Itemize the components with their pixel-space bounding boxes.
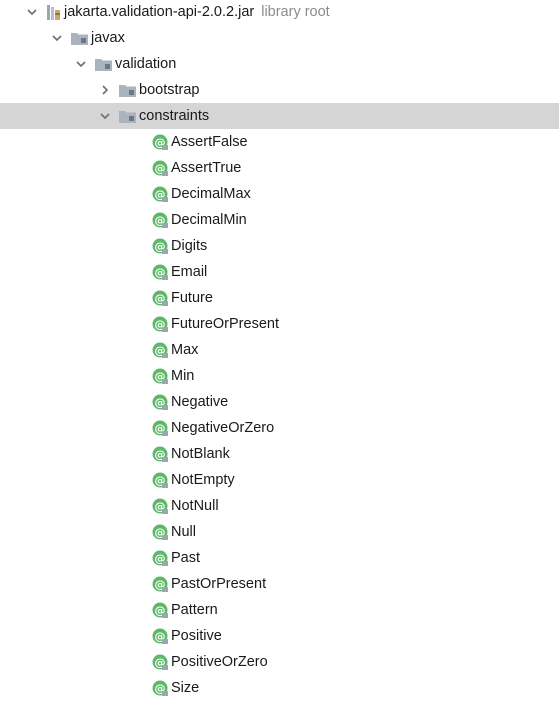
- tree-row-validation[interactable]: validation: [0, 51, 559, 77]
- annotation-type-icon: @: [152, 368, 168, 384]
- package-folder-icon: [119, 109, 136, 123]
- tree-row-annotation[interactable]: @ AssertFalse: [0, 129, 559, 155]
- tree-row-bootstrap[interactable]: bootstrap: [0, 77, 559, 103]
- annotation-type-icon: @: [152, 134, 168, 150]
- tree-item-label: Future: [171, 290, 213, 306]
- project-tree: jakarta.validation-api-2.0.2.jar library…: [0, 0, 559, 709]
- annotation-type-icon: @: [152, 498, 168, 514]
- tree-row-constraints[interactable]: constraints: [0, 103, 559, 129]
- tree-item-label: DecimalMin: [171, 212, 247, 228]
- annotation-type-icon: @: [152, 212, 168, 228]
- annotation-type-icon: @: [152, 186, 168, 202]
- tree-item-label: DecimalMax: [171, 186, 251, 202]
- annotation-type-icon: @: [152, 342, 168, 358]
- tree-item-label: Null: [171, 524, 196, 540]
- annotation-type-icon: @: [152, 394, 168, 410]
- tree-item-label: Size: [171, 680, 200, 696]
- tree-item-label: javax: [91, 30, 125, 46]
- tree-row-annotation[interactable]: @ NotEmpty: [0, 467, 559, 493]
- annotation-type-icon: @: [152, 602, 168, 618]
- tree-item-label: constraints: [139, 108, 210, 124]
- tree-row-annotation[interactable]: @ AssertTrue: [0, 155, 559, 181]
- tree-item-label: PastOrPresent: [171, 576, 267, 592]
- annotation-type-icon: @: [152, 446, 168, 462]
- tree-item-label: FutureOrPresent: [171, 316, 279, 332]
- tree-row-annotation[interactable]: @ Future: [0, 285, 559, 311]
- tree-row-annotation[interactable]: @ Max: [0, 337, 559, 363]
- tree-row-annotation[interactable]: @ Digits: [0, 233, 559, 259]
- chevron-down-icon[interactable]: [75, 58, 87, 70]
- tree-row-annotation[interactable]: @ PastOrPresent: [0, 571, 559, 597]
- annotation-type-icon: @: [152, 576, 168, 592]
- tree-item-label: NotNull: [171, 498, 219, 514]
- chevron-down-icon[interactable]: [99, 110, 111, 122]
- tree-row-annotation[interactable]: @ NegativeOrZero: [0, 415, 559, 441]
- package-folder-icon: [71, 31, 88, 45]
- annotation-type-icon: @: [152, 264, 168, 280]
- tree-row-javax[interactable]: javax: [0, 25, 559, 51]
- tree-item-label: Digits: [171, 238, 208, 254]
- chevron-down-icon[interactable]: [51, 32, 63, 44]
- tree-row-annotation[interactable]: @ PositiveOrZero: [0, 649, 559, 675]
- annotation-type-icon: @: [152, 160, 168, 176]
- tree-item-label: Past: [171, 550, 201, 566]
- tree-row-annotation[interactable]: @ Null: [0, 519, 559, 545]
- tree-row-annotation[interactable]: @ Min: [0, 363, 559, 389]
- annotation-type-icon: @: [152, 472, 168, 488]
- annotation-type-icon: @: [152, 524, 168, 540]
- tree-row-annotation[interactable]: @ Size: [0, 675, 559, 701]
- tree-item-label: AssertTrue: [171, 160, 242, 176]
- package-folder-icon: [95, 57, 112, 71]
- tree-row-annotation[interactable]: @ NotBlank: [0, 441, 559, 467]
- tree-row-annotation[interactable]: @ FutureOrPresent: [0, 311, 559, 337]
- library-root-hint: library root: [261, 4, 330, 20]
- tree-item-label: NegativeOrZero: [171, 420, 275, 436]
- tree-row-annotation[interactable]: @ Negative: [0, 389, 559, 415]
- tree-row-annotation[interactable]: @ Past: [0, 545, 559, 571]
- tree-row-annotation[interactable]: @ DecimalMin: [0, 207, 559, 233]
- annotation-type-icon: @: [152, 420, 168, 436]
- annotation-type-icon: @: [152, 290, 168, 306]
- tree-item-label: AssertFalse: [171, 134, 248, 150]
- chevron-right-icon[interactable]: [99, 84, 111, 96]
- tree-item-label: NotEmpty: [171, 472, 235, 488]
- tree-row-annotation[interactable]: @ Email: [0, 259, 559, 285]
- annotation-type-icon: @: [152, 654, 168, 670]
- annotation-type-icon: @: [152, 628, 168, 644]
- tree-item-label: Min: [171, 368, 195, 384]
- tree-row-annotation[interactable]: @ NotNull: [0, 493, 559, 519]
- tree-row-annotation[interactable]: @ Pattern: [0, 597, 559, 623]
- tree-row-annotation[interactable]: @ DecimalMax: [0, 181, 559, 207]
- tree-item-label: Email: [171, 264, 208, 280]
- tree-item-label: Negative: [171, 394, 229, 410]
- tree-item-label: PositiveOrZero: [171, 654, 268, 670]
- chevron-down-icon[interactable]: [26, 6, 38, 18]
- tree-item-label: Max: [171, 342, 199, 358]
- package-folder-icon: [119, 83, 136, 97]
- annotation-type-icon: @: [152, 680, 168, 696]
- annotation-type-icon: @: [152, 316, 168, 332]
- tree-item-label: bootstrap: [139, 82, 200, 98]
- annotation-type-icon: @: [152, 238, 168, 254]
- tree-item-label: jakarta.validation-api-2.0.2.jar: [64, 4, 255, 20]
- tree-row-annotation[interactable]: @ Positive: [0, 623, 559, 649]
- tree-item-label: Positive: [171, 628, 222, 644]
- tree-item-label: NotBlank: [171, 446, 230, 462]
- annotation-type-icon: @: [152, 550, 168, 566]
- tree-item-label: validation: [115, 56, 177, 72]
- tree-item-label: Pattern: [171, 602, 218, 618]
- jar-library-icon: [46, 4, 61, 21]
- tree-row-jar-root[interactable]: jakarta.validation-api-2.0.2.jar library…: [0, 0, 559, 25]
